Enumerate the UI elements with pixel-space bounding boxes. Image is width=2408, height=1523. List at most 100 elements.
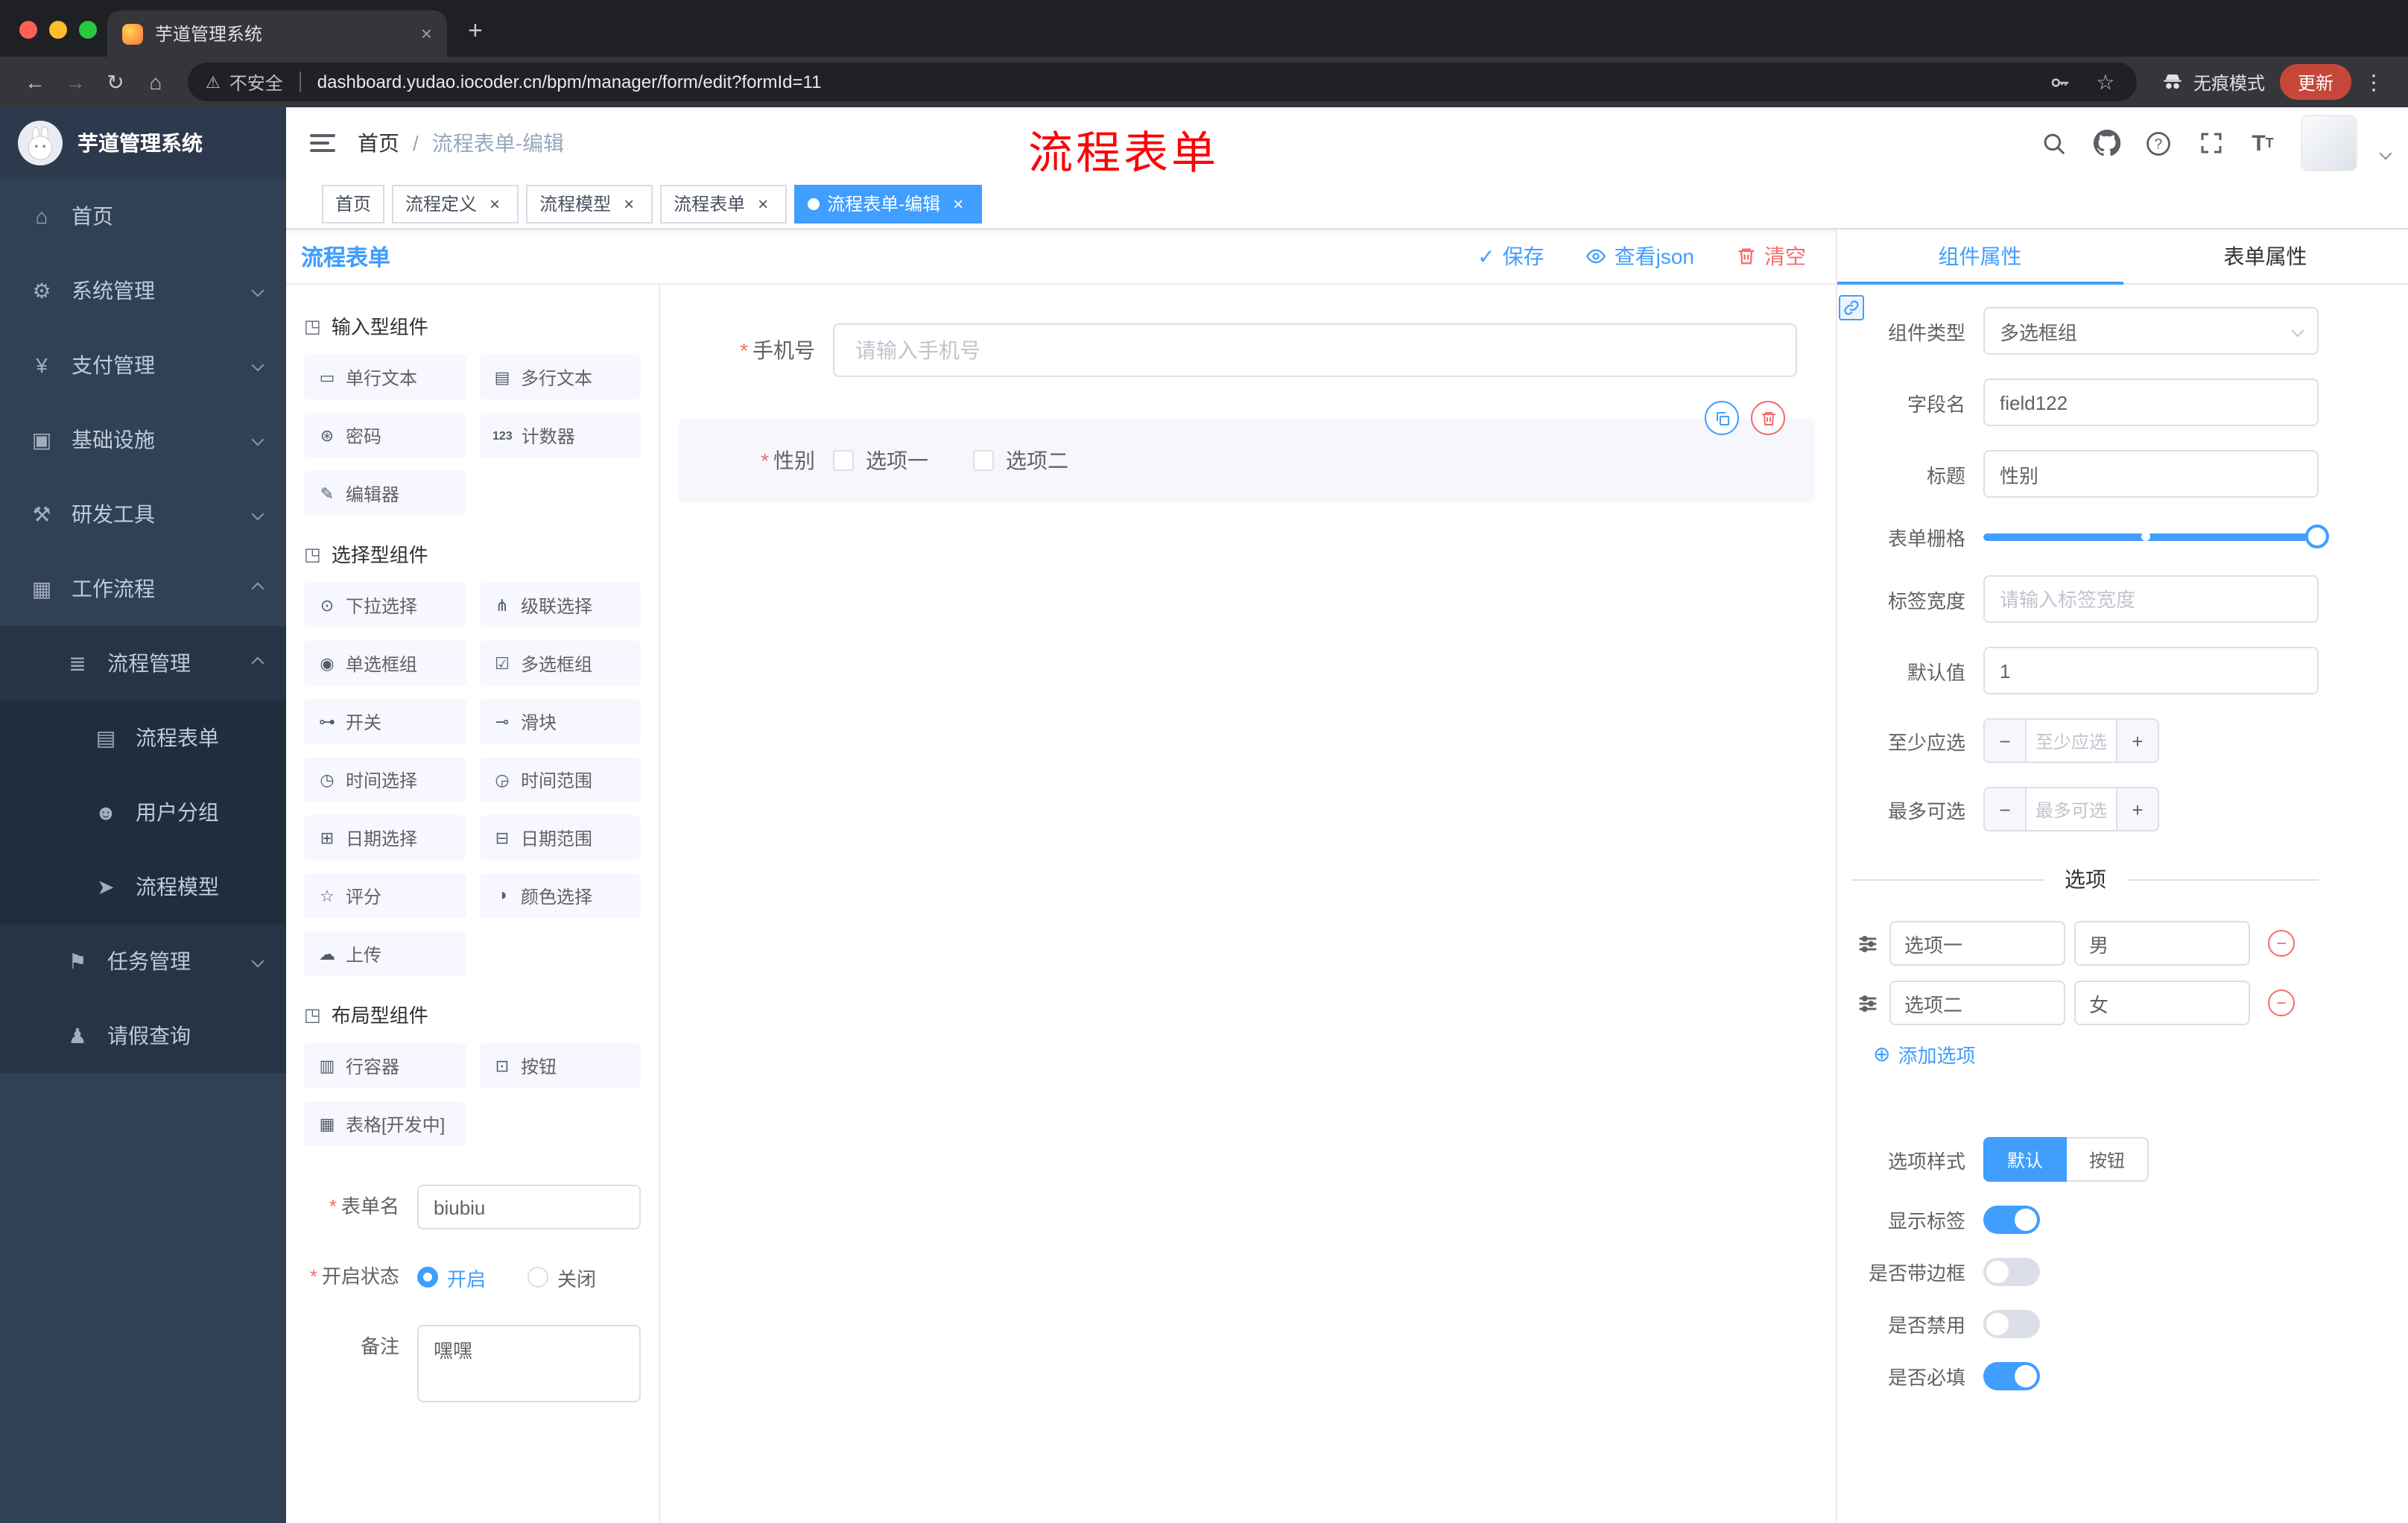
- sidebar-item-process-management[interactable]: ≣ 流程管理: [0, 626, 286, 700]
- sidebar-item-infrastructure[interactable]: ▣ 基础设施: [0, 402, 286, 477]
- link-toggle-button[interactable]: [1839, 295, 1864, 320]
- sidebar-item-workflow[interactable]: ▦ 工作流程: [0, 551, 286, 626]
- radio-status-open[interactable]: 开启: [417, 1263, 486, 1291]
- user-avatar[interactable]: [2301, 115, 2357, 171]
- remark-textarea[interactable]: 嘿嘿: [417, 1325, 641, 1402]
- max-select-value[interactable]: 最多可选: [2027, 788, 2116, 830]
- reload-icon[interactable]: ↻: [98, 65, 133, 99]
- tab-form-properties[interactable]: 表单属性: [2123, 229, 2408, 283]
- title-input[interactable]: [1983, 450, 2319, 498]
- tag-process-definition[interactable]: 流程定义 ×: [392, 184, 519, 223]
- component-type-select[interactable]: 多选框组: [1983, 307, 2319, 355]
- sidebar-item-process-form[interactable]: ▤ 流程表单: [0, 700, 286, 775]
- component-switch[interactable]: ⊶ 开关: [304, 699, 466, 744]
- window-close-button[interactable]: [19, 21, 37, 39]
- component-password[interactable]: ⊛ 密码: [304, 413, 466, 457]
- copy-component-button[interactable]: [1705, 401, 1739, 435]
- tag-close-icon[interactable]: ×: [618, 193, 639, 214]
- component-select[interactable]: ⊙ 下拉选择: [304, 583, 466, 627]
- form-canvas[interactable]: 手机号 性别 选项一: [660, 285, 1836, 1523]
- required-toggle[interactable]: [1983, 1362, 2040, 1390]
- tag-close-icon[interactable]: ×: [484, 193, 505, 214]
- gender-option-1[interactable]: 选项一: [833, 446, 928, 475]
- canvas-field-phone[interactable]: 手机号: [678, 323, 1815, 377]
- increase-icon[interactable]: +: [2116, 788, 2158, 830]
- decrease-icon[interactable]: −: [1985, 788, 2027, 830]
- component-checkbox-group[interactable]: ☑ 多选框组: [479, 641, 641, 685]
- option-label-input[interactable]: [1889, 981, 2065, 1025]
- component-multi-text[interactable]: ▤ 多行文本: [479, 355, 641, 399]
- sidebar-item-system-management[interactable]: ⚙ 系统管理: [0, 253, 286, 328]
- browser-tab[interactable]: 芋道管理系统 ×: [107, 10, 447, 57]
- tag-process-form-edit[interactable]: 流程表单-编辑 ×: [794, 184, 983, 223]
- phone-input[interactable]: [833, 323, 1797, 377]
- avatar-dropdown-caret-icon[interactable]: [2379, 147, 2392, 160]
- window-zoom-button[interactable]: [79, 21, 97, 39]
- browser-home-icon[interactable]: ⌂: [139, 65, 173, 99]
- component-single-text[interactable]: ▭ 单行文本: [304, 355, 466, 399]
- grid-slider[interactable]: [1983, 522, 2329, 551]
- slider-handle[interactable]: [2305, 525, 2329, 548]
- sidebar-item-leave-query[interactable]: ♟ 请假查询: [0, 998, 286, 1073]
- search-icon[interactable]: [2040, 129, 2068, 157]
- not-secure-warning-icon[interactable]: ⚠: [206, 72, 221, 92]
- border-toggle[interactable]: [1983, 1258, 2040, 1286]
- new-tab-button[interactable]: +: [468, 16, 483, 46]
- component-time-range[interactable]: ◶ 时间范围: [479, 757, 641, 802]
- clear-button[interactable]: 清空: [1736, 241, 1806, 271]
- option-label-input[interactable]: [1889, 921, 2065, 966]
- gender-option-2[interactable]: 选项二: [973, 446, 1068, 475]
- font-size-icon[interactable]: TT: [2249, 129, 2277, 157]
- show-label-toggle[interactable]: [1983, 1206, 2040, 1234]
- forward-icon[interactable]: →: [58, 65, 92, 99]
- tag-close-icon[interactable]: ×: [752, 193, 773, 214]
- component-date-range[interactable]: ⊟ 日期范围: [479, 815, 641, 860]
- tag-close-icon[interactable]: ×: [948, 193, 969, 214]
- view-json-button[interactable]: 查看json: [1586, 241, 1694, 271]
- component-counter[interactable]: 123 计数器: [479, 413, 641, 457]
- back-icon[interactable]: ←: [18, 65, 52, 99]
- bookmark-star-icon[interactable]: ☆: [2092, 65, 2119, 99]
- canvas-field-gender-selected[interactable]: 性别 选项一 选项二: [678, 401, 1815, 502]
- increase-icon[interactable]: +: [2116, 720, 2158, 762]
- drag-handle-icon[interactable]: [1855, 931, 1881, 956]
- password-key-icon[interactable]: [2047, 65, 2074, 99]
- browser-menu-icon[interactable]: ⋮: [2363, 69, 2384, 95]
- save-button[interactable]: ✓ 保存: [1477, 241, 1544, 271]
- tab-close-icon[interactable]: ×: [421, 22, 432, 45]
- tag-home[interactable]: 首页: [322, 184, 385, 223]
- delete-component-button[interactable]: [1751, 401, 1785, 435]
- min-select-value[interactable]: 至少应选: [2027, 720, 2116, 762]
- component-row-container[interactable]: ▥ 行容器: [304, 1043, 466, 1088]
- component-editor[interactable]: ✎ 编辑器: [304, 471, 466, 516]
- remove-option-button[interactable]: −: [2268, 990, 2295, 1016]
- sidebar-item-user-group[interactable]: ☻ 用户分组: [0, 775, 286, 849]
- tab-component-properties[interactable]: 组件属性: [1837, 229, 2123, 285]
- style-button-button[interactable]: 按钮: [2067, 1137, 2149, 1182]
- component-cascader[interactable]: ⋔ 级联选择: [479, 583, 641, 627]
- tag-process-form[interactable]: 流程表单 ×: [660, 184, 788, 223]
- component-rate[interactable]: ☆ 评分: [304, 873, 466, 918]
- component-radio-group[interactable]: ◉ 单选框组: [304, 641, 466, 685]
- sidebar-item-process-model[interactable]: ➤ 流程模型: [0, 849, 286, 924]
- app-logo[interactable]: 芋道管理系统: [0, 107, 286, 179]
- component-button[interactable]: ⊡ 按钮: [479, 1043, 641, 1088]
- component-color-picker[interactable]: ◑ 颜色选择: [479, 873, 641, 918]
- form-name-input[interactable]: [417, 1185, 641, 1229]
- label-width-input[interactable]: [1983, 575, 2319, 623]
- tag-process-model[interactable]: 流程模型 ×: [526, 184, 653, 223]
- fullscreen-icon[interactable]: [2196, 129, 2225, 157]
- github-icon[interactable]: [2092, 129, 2120, 157]
- breadcrumb-home[interactable]: 首页: [358, 128, 399, 158]
- component-slider[interactable]: ⊸ 滑块: [479, 699, 641, 744]
- help-icon[interactable]: ?: [2144, 129, 2173, 157]
- browser-update-button[interactable]: 更新: [2279, 64, 2351, 100]
- default-value-input[interactable]: [1983, 647, 2319, 694]
- option-value-input[interactable]: [2074, 921, 2250, 966]
- radio-status-closed[interactable]: 关闭: [527, 1263, 596, 1291]
- sidebar-item-home[interactable]: ⌂ 首页: [0, 179, 286, 253]
- url-text[interactable]: dashboard.yudao.iocoder.cn/bpm/manager/f…: [317, 72, 2038, 92]
- add-option-button[interactable]: ⊕ 添加选项: [1873, 1040, 2319, 1068]
- drag-handle-icon[interactable]: [1855, 990, 1881, 1016]
- window-minimize-button[interactable]: [49, 21, 67, 39]
